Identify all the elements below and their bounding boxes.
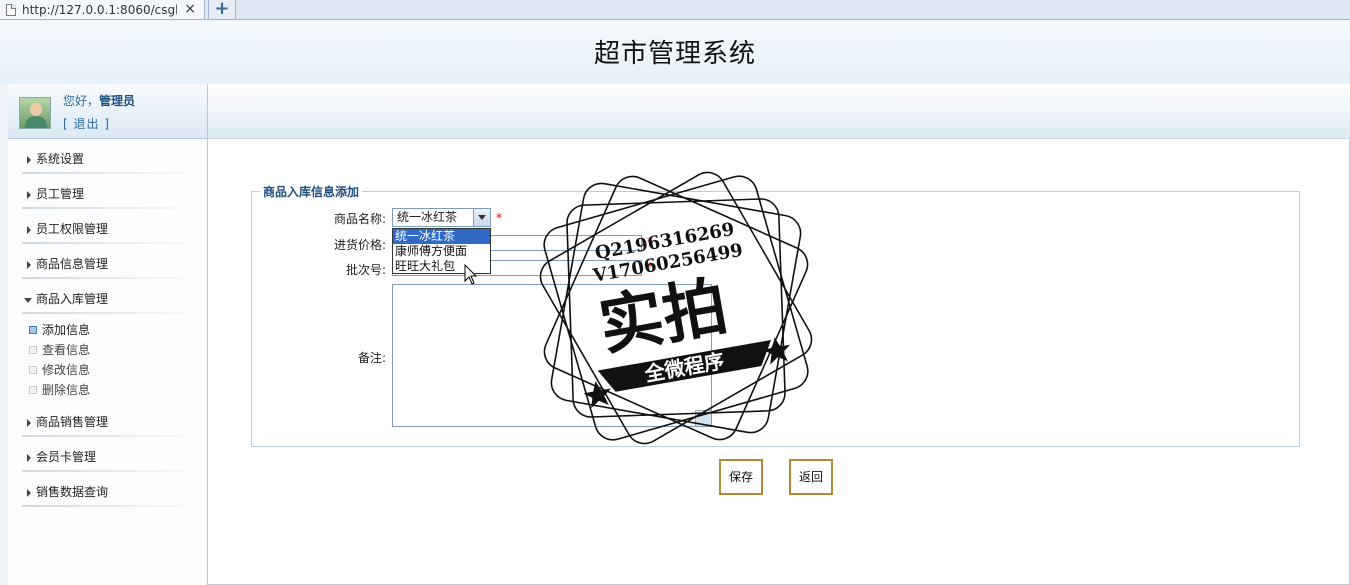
caret-down-icon [24, 298, 32, 303]
submenu-edit[interactable]: 修改信息 [8, 360, 207, 380]
remark-textarea[interactable] [392, 284, 712, 427]
dropdown-option[interactable]: 统一冰红茶 [393, 229, 490, 244]
chevron-down-icon[interactable] [473, 209, 490, 226]
name-label: 商品名称: [333, 212, 386, 226]
product-name-value: 统一冰红茶 [397, 210, 458, 224]
caret-right-icon [27, 454, 31, 462]
submenu-add[interactable]: 添加信息 [8, 320, 207, 340]
caret-right-icon [27, 489, 31, 497]
required-mark: * [647, 235, 653, 249]
sidebar-item-staff[interactable]: 员工管理 [8, 178, 207, 213]
new-tab-button[interactable]: + [208, 0, 236, 20]
avatar [19, 97, 51, 129]
greeting: 您好，管理员 [63, 94, 136, 108]
sidebar-item-member-card[interactable]: 会员卡管理 [8, 441, 207, 476]
stock-in-submenu: 添加信息 查看信息 修改信息 删除信息 [8, 318, 207, 406]
browser-tab-strip: http://127.0.0.1:8060/csgl/l × + [0, 0, 1350, 20]
sidebar: 您好，管理员 [ 退出 ] 系统设置 员工管理 员工权限管理 商品信息管理 商品… [8, 84, 208, 585]
form-legend: 商品入库信息添加 [260, 183, 363, 200]
caret-right-icon [27, 261, 31, 269]
caret-right-icon [27, 191, 31, 199]
back-button[interactable]: 返回 [789, 459, 833, 495]
close-tab-icon[interactable]: × [184, 0, 196, 18]
content-top-bar [208, 84, 1350, 139]
dropdown-option[interactable]: 康师傅方便面 [393, 244, 490, 259]
sidebar-menu: 系统设置 员工管理 员工权限管理 商品信息管理 商品入库管理 添加信息 查看信息… [8, 139, 207, 511]
browser-tab[interactable]: http://127.0.0.1:8060/csgl/l × [0, 0, 205, 20]
batch-label: 批次号: [345, 263, 386, 277]
tab-url: http://127.0.0.1:8060/csgl/l [22, 2, 177, 17]
required-mark: * [496, 211, 502, 225]
square-bullet-icon [29, 386, 37, 394]
sidebar-item-staff-permissions[interactable]: 员工权限管理 [8, 213, 207, 248]
sidebar-item-sales-query[interactable]: 销售数据查询 [8, 476, 207, 511]
mouse-cursor-icon [464, 264, 478, 285]
resize-grip-icon[interactable] [695, 410, 711, 426]
user-box: 您好，管理员 [ 退出 ] [8, 84, 207, 139]
remark-label: 备注: [357, 351, 386, 365]
sidebar-item-sales[interactable]: 商品销售管理 [8, 406, 207, 441]
submenu-view[interactable]: 查看信息 [8, 340, 207, 360]
app-title: 超市管理系统 [593, 39, 756, 69]
square-bullet-icon [29, 366, 37, 374]
caret-right-icon [27, 156, 31, 164]
square-bullet-icon [29, 346, 37, 354]
app-header: 超市管理系统 [0, 21, 1350, 83]
sidebar-item-stock-in[interactable]: 商品入库管理 [8, 283, 207, 318]
caret-right-icon [27, 419, 31, 427]
save-button[interactable]: 保存 [719, 459, 763, 495]
sidebar-item-system-settings[interactable]: 系统设置 [8, 143, 207, 178]
sidebar-item-product-info[interactable]: 商品信息管理 [8, 248, 207, 283]
user-name: 管理员 [99, 94, 136, 108]
page-icon [6, 3, 16, 16]
required-mark: * [647, 260, 653, 274]
price-label: 进货价格: [333, 238, 386, 252]
logout-link[interactable]: [ 退出 ] [63, 115, 110, 132]
submenu-delete[interactable]: 删除信息 [8, 380, 207, 400]
caret-right-icon [27, 226, 31, 234]
square-bullet-icon [29, 326, 37, 334]
product-name-select[interactable]: 统一冰红茶 [392, 208, 491, 227]
